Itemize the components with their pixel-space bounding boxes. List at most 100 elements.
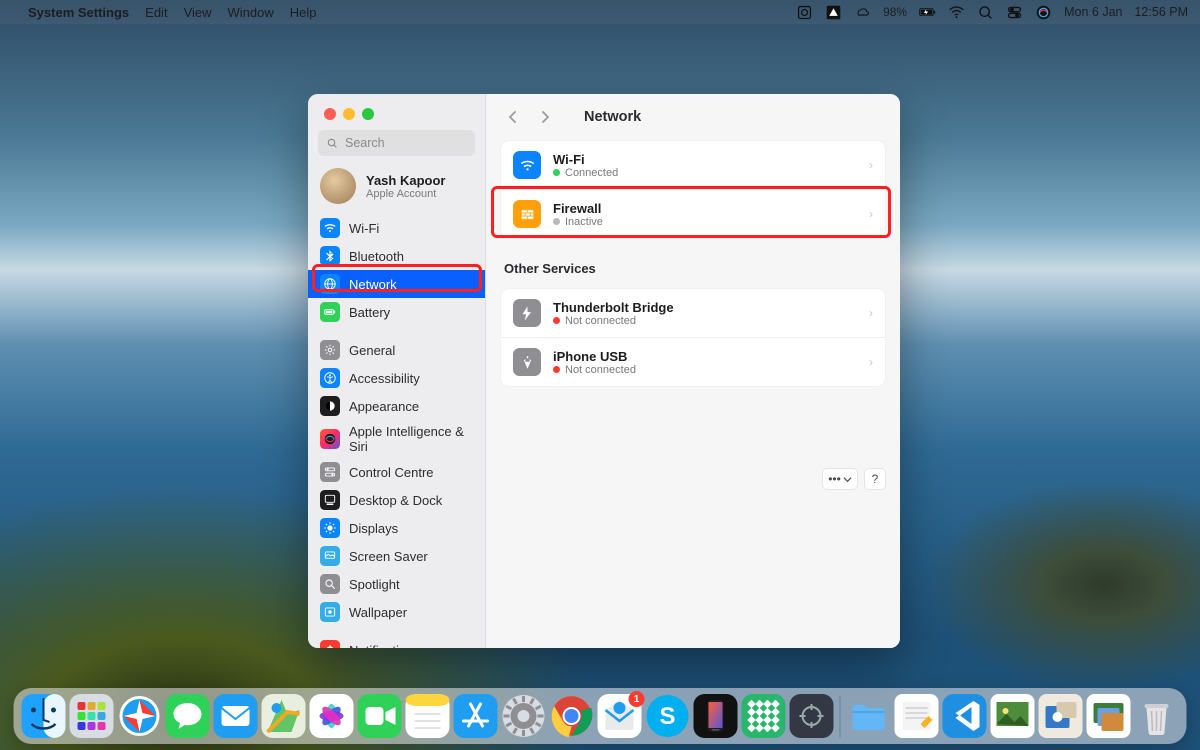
menubar-view[interactable]: View [184,5,212,20]
wifi-icon[interactable] [948,4,965,21]
siri-icon[interactable] [1035,4,1052,21]
dock-messages[interactable] [166,694,210,738]
dock-preview[interactable] [991,694,1035,738]
sidebar-item-label: Displays [349,521,398,536]
menubar-window[interactable]: Window [228,5,274,20]
screenshot-icon[interactable] [796,4,813,21]
sidebar-item-spotlight[interactable]: Spotlight [308,570,485,598]
usb-icon [513,348,541,376]
sidebar-item-battery[interactable]: Battery [308,298,485,326]
dock-notes[interactable] [406,694,450,738]
minimise-button[interactable] [343,108,355,120]
dock-chrome[interactable] [550,694,594,738]
dock-safari[interactable] [118,694,162,738]
row-subtitle: Inactive [553,216,603,228]
sidebar-item-bluetooth[interactable]: Bluetooth [308,242,485,270]
network-row-iphone-usb[interactable]: iPhone USB Not connected › [501,337,885,386]
dock-phonemirror[interactable] [694,694,738,738]
content-header: Network [486,94,900,140]
sidebar-item-label: Notifications [349,643,420,649]
sidebar-item-displays[interactable]: Displays [308,514,485,542]
dock-maps[interactable] [262,694,306,738]
appearance-icon [320,396,340,416]
sidebar-account[interactable]: Yash Kapoor Apple Account [308,162,485,214]
system-settings-window: Search Yash Kapoor Apple Account Wi-Fi Bl… [308,94,900,648]
sidebar-item-wi-fi[interactable]: Wi-Fi [308,214,485,242]
forward-button[interactable] [536,108,554,126]
status-dot [553,218,560,225]
network-row-thunderbolt-bridge[interactable]: Thunderbolt Bridge Not connected › [501,289,885,337]
sidebar-item-notifications[interactable]: Notifications [308,636,485,648]
row-title: Wi-Fi [553,152,618,167]
dock-skype[interactable]: S [646,694,690,738]
dock: 1S [14,688,1187,744]
menubar-help[interactable]: Help [290,5,317,20]
menubar-edit[interactable]: Edit [145,5,167,20]
desktop: System Settings Edit View Window Help 98… [0,0,1200,750]
status-dot [553,317,560,324]
sidebar-item-apple-intelligence-siri[interactable]: Apple Intelligence & Siri [308,420,485,458]
screensaver-icon [320,546,340,566]
control-centre-icon[interactable] [1006,4,1023,21]
sidebar-item-desktop-dock[interactable]: Desktop & Dock [308,486,485,514]
sidebar-item-appearance[interactable]: Appearance [308,392,485,420]
row-title: iPhone USB [553,349,636,364]
network-row-wi-fi[interactable]: Wi-Fi Connected › [501,141,885,189]
more-options-button[interactable]: ••• [822,468,858,490]
sidebar-item-screen-saver[interactable]: Screen Saver [308,542,485,570]
dock-mail[interactable] [214,694,258,738]
sidebar-item-label: Bluetooth [349,249,404,264]
sidebar: Search Yash Kapoor Apple Account Wi-Fi Bl… [308,94,486,648]
network-row-firewall[interactable]: Firewall Inactive › [501,189,885,238]
sidebar-item-label: Desktop & Dock [349,493,442,508]
dock-grid[interactable] [742,694,786,738]
sidebar-item-network[interactable]: Network [308,270,485,298]
dock-trash[interactable] [1135,694,1179,738]
wifi-icon [513,151,541,179]
dock-finder[interactable] [22,694,66,738]
battery-icon[interactable] [919,4,936,21]
bolt-icon [513,299,541,327]
dock-imagecapture[interactable] [1039,694,1083,738]
menubar: System Settings Edit View Window Help 98… [0,0,1200,24]
menubar-date[interactable]: Mon 6 Jan [1064,5,1122,19]
gear-icon [320,340,340,360]
search-input[interactable]: Search [318,130,475,156]
close-button[interactable] [324,108,336,120]
menubar-time[interactable]: 12:56 PM [1134,5,1188,19]
sidebar-item-wallpaper[interactable]: Wallpaper [308,598,485,626]
a11y-icon [320,368,340,388]
sidebar-item-general[interactable]: General [308,336,485,364]
sidebar-item-label: General [349,343,395,358]
avatar [320,168,356,204]
spotlight-icon [320,574,340,594]
dock-mail2[interactable]: 1 [598,694,642,738]
dock-textedit[interactable] [895,694,939,738]
chevron-right-icon: › [869,355,873,369]
row-title: Thunderbolt Bridge [553,300,674,315]
dock-appstore[interactable] [454,694,498,738]
dock-folder[interactable] [847,694,891,738]
help-button[interactable]: ? [864,468,886,490]
sidebar-item-accessibility[interactable]: Accessibility [308,364,485,392]
dock-launchpad[interactable] [70,694,114,738]
search-icon[interactable] [977,4,994,21]
sidebar-item-control-centre[interactable]: Control Centre [308,458,485,486]
dock-settings[interactable] [502,694,546,738]
fullscreen-button[interactable] [362,108,374,120]
menubar-app-name[interactable]: System Settings [28,5,129,20]
triangle-icon[interactable] [825,4,842,21]
weather-icon[interactable] [854,4,871,21]
status-dot [553,169,560,176]
chevron-right-icon: › [869,207,873,221]
dock-facetime[interactable] [358,694,402,738]
chevron-right-icon: › [869,158,873,172]
dock-screenshots[interactable] [1087,694,1131,738]
dock-vscode[interactable] [943,694,987,738]
dock-mystery[interactable] [790,694,834,738]
account-name: Yash Kapoor [366,173,445,188]
back-button[interactable] [504,108,522,126]
dock-photos[interactable] [310,694,354,738]
page-title: Network [584,109,641,125]
primary-network-group: Wi-Fi Connected › Firewall Inactive › [500,140,886,239]
